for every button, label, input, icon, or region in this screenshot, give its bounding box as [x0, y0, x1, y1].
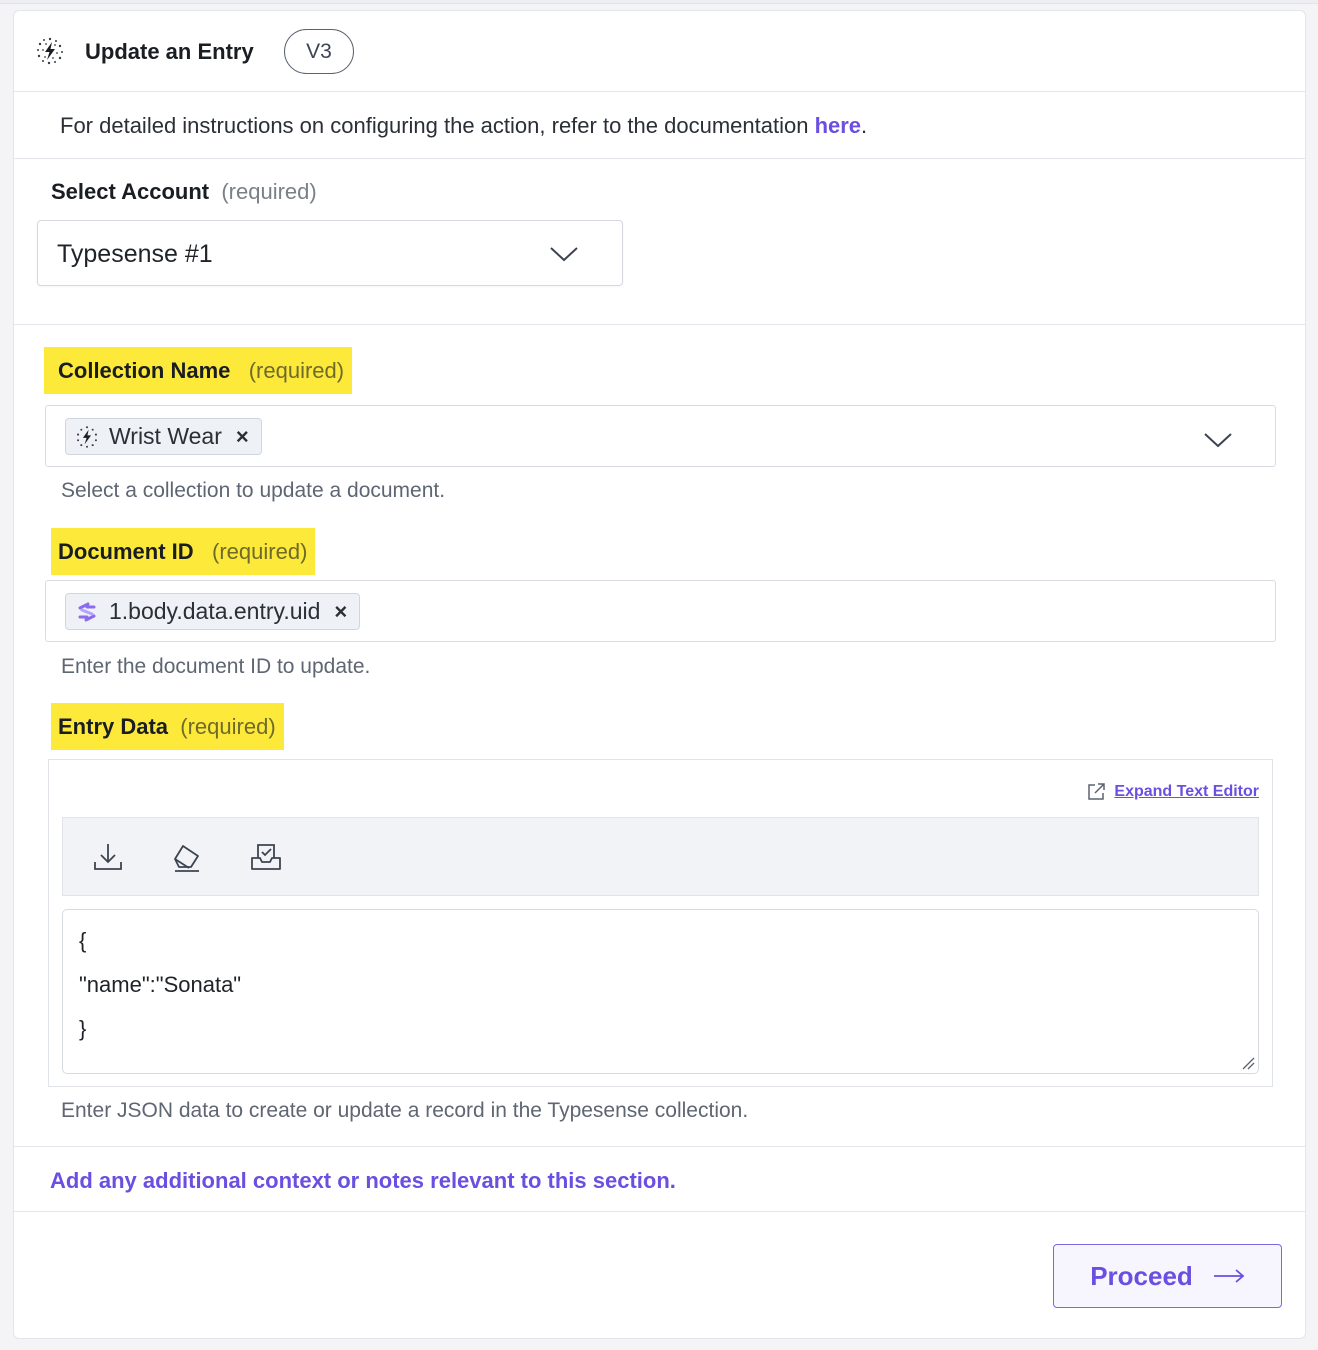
typesense-logo-icon	[77, 425, 97, 448]
info-suffix: .	[861, 113, 868, 138]
required-tag: (required)	[221, 179, 317, 204]
action-card: Update an Entry V3 For detailed instruct…	[13, 10, 1306, 1339]
document-id-label-text: Document ID	[58, 539, 194, 564]
collection-name-label: Collection Name (required)	[44, 347, 353, 394]
collection-chip-label: Wrist Wear	[109, 423, 222, 449]
entry-data-label-text: Entry Data	[58, 714, 169, 739]
proceed-button[interactable]: Proceed	[1053, 1244, 1282, 1308]
required-tag: (required)	[212, 539, 308, 564]
collection-name-label-text: Collection Name	[58, 358, 231, 383]
typesense-logo-icon	[37, 37, 63, 65]
download-icon[interactable]	[91, 840, 125, 874]
section-divider	[14, 1211, 1305, 1212]
section-divider	[14, 324, 1305, 325]
collection-select[interactable]: Wrist Wear ×	[45, 405, 1276, 467]
documentation-link[interactable]: here	[815, 113, 861, 138]
editor-toolbar	[62, 817, 1259, 896]
entry-data-editor: Expand Text Editor { "name":"Sonata" }	[48, 759, 1273, 1087]
expand-text-editor-link[interactable]: Expand Text Editor	[1114, 783, 1259, 801]
document-id-label: Document ID (required)	[51, 528, 316, 575]
select-account-label: Select Account (required)	[51, 179, 317, 205]
document-id-help-text: Enter the document ID to update.	[61, 655, 371, 678]
inbox-check-icon[interactable]	[249, 840, 283, 874]
code-line: }	[79, 1016, 87, 1041]
json-code-textarea[interactable]: { "name":"Sonata" }	[62, 909, 1259, 1074]
arrow-right-icon	[1213, 1269, 1245, 1283]
variable-link-icon	[78, 602, 96, 621]
expand-text-editor[interactable]: Expand Text Editor	[1086, 782, 1259, 802]
section-divider	[14, 1146, 1305, 1147]
proceed-label: Proceed	[1090, 1260, 1193, 1291]
collection-chip: Wrist Wear ×	[65, 418, 262, 455]
account-select-value: Typesense #1	[57, 240, 213, 268]
account-select[interactable]: Typesense #1	[37, 220, 623, 286]
remove-chip-button[interactable]: ×	[236, 424, 249, 450]
resize-handle-icon[interactable]	[1241, 1056, 1255, 1070]
info-text-row: For detailed instructions on configuring…	[60, 113, 867, 139]
add-notes-link[interactable]: Add any additional context or notes rele…	[50, 1168, 676, 1194]
eraser-icon[interactable]	[170, 840, 204, 874]
code-line: "name":"Sonata"	[79, 972, 242, 997]
select-account-label-text: Select Account	[51, 179, 210, 204]
remove-chip-button[interactable]: ×	[334, 599, 347, 625]
chevron-down-icon	[550, 247, 578, 262]
code-line: {	[79, 928, 87, 953]
required-tag: (required)	[180, 714, 276, 739]
action-title: Update an Entry	[85, 39, 254, 64]
required-tag: (required)	[248, 358, 345, 383]
chevron-down-icon[interactable]	[1203, 431, 1233, 449]
version-badge[interactable]: V3	[284, 29, 354, 74]
info-text: For detailed instructions on configuring…	[60, 113, 815, 138]
card-header: Update an Entry V3	[14, 11, 1305, 92]
document-id-chip: 1.body.data.entry.uid ×	[65, 593, 361, 630]
collection-help-text: Select a collection to update a document…	[61, 479, 446, 502]
external-link-icon	[1088, 783, 1106, 800]
document-id-chip-label: 1.body.data.entry.uid	[109, 598, 321, 624]
entry-data-label: Entry Data (required)	[51, 703, 284, 750]
document-id-input[interactable]: 1.body.data.entry.uid ×	[45, 580, 1276, 642]
top-edge	[0, 0, 1318, 4]
entry-data-help-text: Enter JSON data to create or update a re…	[61, 1099, 749, 1122]
documentation-info: For detailed instructions on configuring…	[14, 92, 1305, 159]
